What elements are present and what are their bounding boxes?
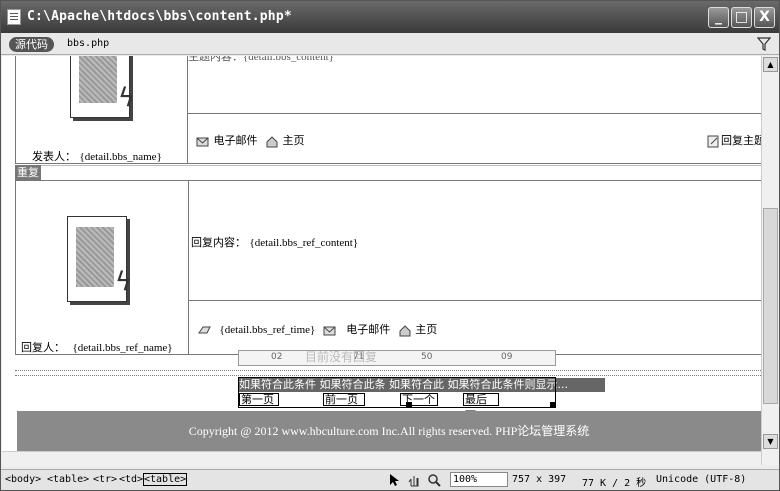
tag-body[interactable]: <body> <box>5 474 41 485</box>
document-toolbar: 源代码 bbs.php <box>1 33 779 55</box>
replier-label: 回复人： <box>21 341 65 354</box>
tag-tr[interactable]: <tr> <box>93 474 117 485</box>
related-file-tab[interactable]: bbs.php <box>67 38 109 49</box>
home-icon[interactable] <box>265 135 279 148</box>
selected-table-outline[interactable] <box>238 377 556 408</box>
horizontal-scrollbar[interactable] <box>2 451 761 467</box>
tag-td[interactable]: <td> <box>119 474 143 485</box>
reply-actions: {detail.bbs_ref_time} 电子邮件 主页 <box>198 321 437 337</box>
email-icon[interactable] <box>196 135 210 148</box>
reply-section-header: 重复 <box>15 165 41 180</box>
time-icon <box>198 326 211 333</box>
reply-email-icon[interactable] <box>323 324 337 337</box>
post-actions: 电子邮件 主页 <box>196 132 305 148</box>
reply-home-link[interactable]: 主页 <box>415 323 437 336</box>
reply-content-label: 回复内容： <box>191 236 246 249</box>
maximize-button[interactable]: □ <box>731 7 752 28</box>
post-home-link[interactable]: 主页 <box>283 134 305 147</box>
tag-table-selected[interactable]: <table> <box>143 473 188 486</box>
footer-bar: Copyright @ 2012 www.hbculture.com Inc.A… <box>17 411 761 451</box>
status-bar: <body> <table> <tr> <td> <table> 100% 75… <box>1 469 779 490</box>
scroll-thumb[interactable] <box>763 208 778 404</box>
resize-handle[interactable] <box>406 402 412 408</box>
minimize-button[interactable]: _ <box>708 7 729 28</box>
reply-email-link[interactable]: 电子邮件 <box>346 323 390 336</box>
ruler-tick: 09 <box>501 352 513 362</box>
reply-topic-action[interactable]: 回复主题 <box>707 132 761 148</box>
document-icon <box>7 9 21 25</box>
reply-content-row: 回复内容： {detail.bbs_ref_content} <box>191 234 358 250</box>
table-width-ruler: 02 71 50 09 目前没有回复 <box>238 350 556 366</box>
replier-row: 回复人： {detail.bbs_ref_name} <box>21 339 173 355</box>
replier-name-placeholder: {detail.bbs_ref_name} <box>72 342 173 354</box>
tag-table[interactable]: <table> <box>47 474 89 485</box>
scroll-up-icon[interactable]: ▲ <box>763 57 778 72</box>
poster-row: 发表人： {detail.bbs_name} <box>32 148 162 164</box>
no-reply-overlay: 目前没有回复 <box>305 350 378 364</box>
window-size[interactable]: 757 x 397 <box>512 474 566 485</box>
reply-icon <box>707 135 719 147</box>
source-code-button[interactable]: 源代码 <box>9 37 54 52</box>
ruler-tick: 02 <box>271 352 283 362</box>
vertical-scrollbar[interactable]: ▲ ▼ <box>761 56 779 465</box>
zoom-tool-icon[interactable] <box>427 473 441 487</box>
post-content-placeholder: 主题内容：{detail.bbs_content} <box>188 56 334 63</box>
zoom-select[interactable]: 100% <box>450 472 508 487</box>
replier-avatar-image: ϟ <box>67 216 132 302</box>
reply-home-icon[interactable] <box>398 324 412 337</box>
title-bar[interactable]: C:\Apache\htdocs\bbs\content.php* _ □ X <box>1 1 779 33</box>
editor-window: C:\Apache\htdocs\bbs\content.php* _ □ X … <box>0 0 780 491</box>
scroll-down-icon[interactable]: ▼ <box>763 434 778 449</box>
poster-name-placeholder: {detail.bbs_name} <box>79 151 162 163</box>
post-email-link[interactable]: 电子邮件 <box>214 134 258 147</box>
reply-content-placeholder: {detail.bbs_ref_content} <box>249 237 359 249</box>
window-title: C:\Apache\htdocs\bbs\content.php* <box>27 9 292 24</box>
poster-label: 发表人： <box>32 150 76 163</box>
filter-icon[interactable] <box>757 37 771 51</box>
resize-handle[interactable] <box>550 402 556 408</box>
encoding: Unicode (UTF-8) <box>656 474 747 485</box>
hand-tool-icon[interactable] <box>407 473 421 487</box>
close-button[interactable]: X <box>754 7 775 28</box>
design-canvas[interactable]: ϟ 主题内容：{detail.bbs_content} 电子邮件 主页 回复主题… <box>2 56 761 465</box>
download-size: 77 K / 2 秒 <box>582 478 647 489</box>
reply-topic-link[interactable]: 回复主题 <box>721 134 761 147</box>
ruler-tick: 50 <box>421 352 433 362</box>
reply-time-placeholder: {detail.bbs_ref_time} <box>219 324 316 336</box>
poster-avatar-image: ϟ <box>70 56 135 118</box>
pointer-tool-icon[interactable] <box>387 473 401 487</box>
